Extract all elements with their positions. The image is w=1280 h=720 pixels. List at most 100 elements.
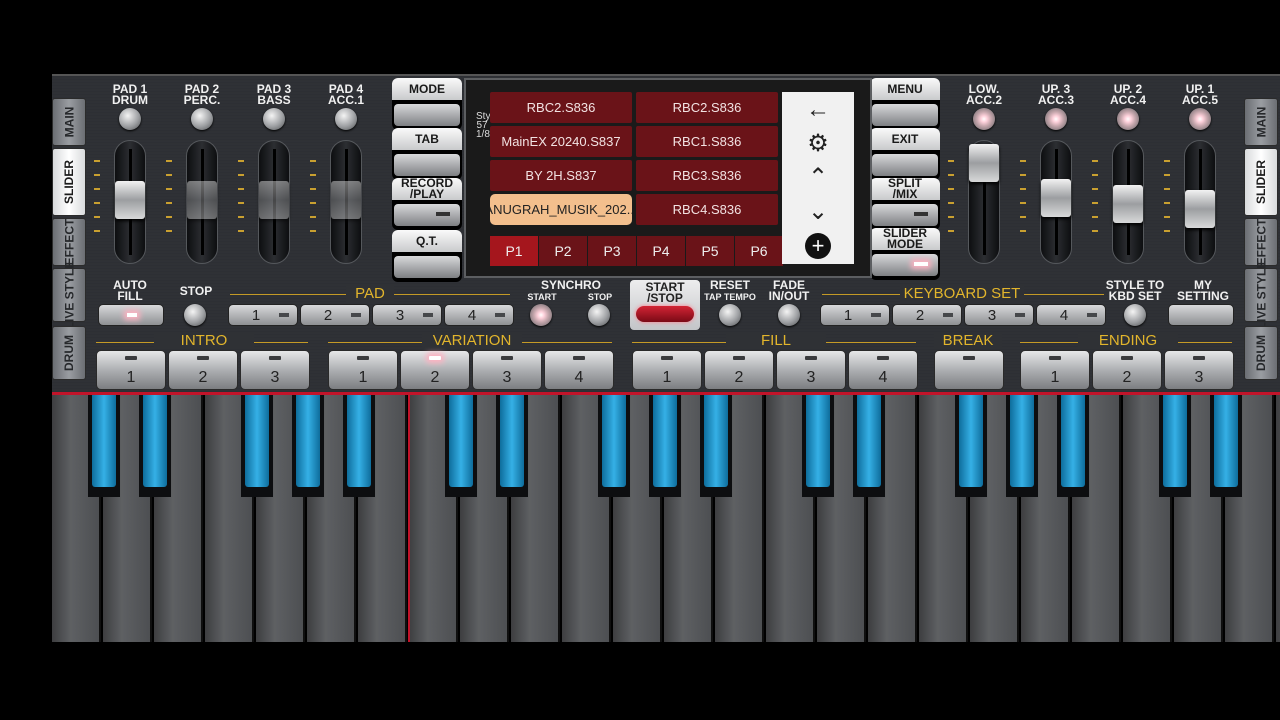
pad-buttons-3[interactable]: 3 bbox=[372, 304, 442, 326]
pads_right-knob-3[interactable] bbox=[1117, 108, 1139, 130]
keyboard-set-buttons-3[interactable]: 3 bbox=[964, 304, 1034, 326]
add-circle-icon[interactable]: + bbox=[804, 232, 832, 260]
back-arrow-icon[interactable]: ← bbox=[804, 96, 832, 124]
side-tab-live-style-left[interactable]: LIVE STYLE bbox=[52, 261, 86, 329]
black-key[interactable] bbox=[649, 395, 681, 497]
keyboard-set-buttons-2[interactable]: 2 bbox=[892, 304, 962, 326]
page-tab-p3[interactable]: P3 bbox=[588, 236, 636, 266]
pads_left-knob-3[interactable] bbox=[263, 108, 285, 130]
page-tab-p6[interactable]: P6 bbox=[735, 236, 783, 266]
pads_right-knob-4[interactable] bbox=[1189, 108, 1211, 130]
black-key[interactable] bbox=[139, 395, 171, 497]
side-tab-main-left[interactable]: MAIN bbox=[52, 98, 86, 146]
pad-buttons-4[interactable]: 4 bbox=[444, 304, 514, 326]
fill-button-3[interactable]: 3 bbox=[776, 350, 846, 390]
style-cell[interactable]: BY 2H.S837 bbox=[490, 160, 632, 191]
pads_right-knob-1[interactable] bbox=[973, 108, 995, 130]
pads_left-slider-thumb-2[interactable] bbox=[187, 181, 217, 219]
black-key[interactable] bbox=[1006, 395, 1038, 497]
mode-button[interactable]: MODE bbox=[392, 78, 462, 130]
style-to-kbd-knob[interactable] bbox=[1124, 304, 1146, 326]
page-tab-p5[interactable]: P5 bbox=[686, 236, 734, 266]
keyboard-set-buttons-1[interactable]: 1 bbox=[820, 304, 890, 326]
style-cell[interactable]: RBC3.S836 bbox=[636, 160, 778, 191]
style-cell[interactable]: RBC1.S836 bbox=[636, 126, 778, 157]
side-tab-drum-left[interactable]: DRUM bbox=[52, 326, 86, 380]
black-key[interactable] bbox=[1057, 395, 1089, 497]
black-key[interactable] bbox=[343, 395, 375, 497]
pads_right-slider-thumb-4[interactable] bbox=[1185, 190, 1215, 228]
slider-mode-button[interactable]: SLIDER MODE bbox=[870, 227, 940, 280]
page-tab-p2[interactable]: P2 bbox=[539, 236, 587, 266]
keyboard-set-buttons-4[interactable]: 4 bbox=[1036, 304, 1106, 326]
intro-button-1[interactable]: 1 bbox=[96, 350, 166, 390]
pads_left-slider-thumb-4[interactable] bbox=[331, 181, 361, 219]
side-tab-effect-right[interactable]: EFFECT bbox=[1244, 218, 1278, 266]
black-key[interactable] bbox=[496, 395, 528, 497]
page-tab-p1[interactable]: P1 bbox=[490, 236, 538, 266]
variation-button-4[interactable]: 4 bbox=[544, 350, 614, 390]
pads_right-slider-thumb-1[interactable] bbox=[969, 144, 999, 182]
pads_right-slider-thumb-2[interactable] bbox=[1041, 179, 1071, 217]
start-stop-button[interactable]: START /STOP bbox=[630, 280, 700, 330]
fill-button-2[interactable]: 2 bbox=[704, 350, 774, 390]
style-cell[interactable]: RBC4.S836 bbox=[636, 194, 778, 225]
black-key[interactable] bbox=[1210, 395, 1242, 497]
pads_left-knob-2[interactable] bbox=[191, 108, 213, 130]
black-key[interactable] bbox=[88, 395, 120, 497]
break-button[interactable] bbox=[934, 350, 1004, 390]
black-key[interactable] bbox=[853, 395, 885, 497]
black-key[interactable] bbox=[445, 395, 477, 497]
black-key[interactable] bbox=[292, 395, 324, 497]
pads_right-knob-2[interactable] bbox=[1045, 108, 1067, 130]
pads_left-slider-thumb-1[interactable] bbox=[115, 181, 145, 219]
auto-fill-button[interactable] bbox=[98, 304, 164, 326]
chevron-down-icon[interactable]: ⌄ bbox=[804, 198, 832, 226]
side-tab-slider-left[interactable]: SLIDER bbox=[52, 148, 86, 216]
style-cell[interactable]: RBC2.S836 bbox=[490, 92, 632, 123]
intro-button-3[interactable]: 3 bbox=[240, 350, 310, 390]
black-key[interactable] bbox=[1159, 395, 1191, 497]
pads_left-knob-4[interactable] bbox=[335, 108, 357, 130]
ending-button-2[interactable]: 2 bbox=[1092, 350, 1162, 390]
variation-button-2[interactable]: 2 bbox=[400, 350, 470, 390]
split-mix-button[interactable]: SPLIT /MIX bbox=[870, 177, 940, 230]
fill-button-1[interactable]: 1 bbox=[632, 350, 702, 390]
exit-button[interactable]: EXIT bbox=[870, 128, 940, 180]
black-key[interactable] bbox=[241, 395, 273, 497]
white-key[interactable] bbox=[1276, 395, 1280, 642]
synchro-start-knob[interactable] bbox=[530, 304, 552, 326]
style-cell[interactable]: ANUGRAH_MUSIK_202... bbox=[490, 194, 632, 225]
synchro-stop-knob[interactable] bbox=[588, 304, 610, 326]
reset-knob[interactable] bbox=[719, 304, 741, 326]
pads_right-slider-thumb-3[interactable] bbox=[1113, 185, 1143, 223]
black-key[interactable] bbox=[802, 395, 834, 497]
piano-keyboard[interactable] bbox=[52, 392, 1280, 642]
tab-button[interactable]: TAB bbox=[392, 128, 462, 180]
stop-knob[interactable] bbox=[184, 304, 206, 326]
fill-button-4[interactable]: 4 bbox=[848, 350, 918, 390]
side-tab-drum-right[interactable]: DRUM bbox=[1244, 326, 1278, 380]
my-setting-button[interactable] bbox=[1168, 304, 1234, 326]
fade-knob[interactable] bbox=[778, 304, 800, 326]
variation-button-3[interactable]: 3 bbox=[472, 350, 542, 390]
side-tab-live-style-right[interactable]: LIVE STYLE bbox=[1244, 261, 1278, 329]
ending-button-3[interactable]: 3 bbox=[1164, 350, 1234, 390]
black-key[interactable] bbox=[955, 395, 987, 497]
style-cell[interactable]: RBC2.S836 bbox=[636, 92, 778, 123]
black-key[interactable] bbox=[598, 395, 630, 497]
qt-button[interactable]: Q.T. bbox=[392, 230, 462, 282]
page-tab-p4[interactable]: P4 bbox=[637, 236, 685, 266]
intro-button-2[interactable]: 2 bbox=[168, 350, 238, 390]
style-cell[interactable]: MainEX 20240.S837 bbox=[490, 126, 632, 157]
ending-button-1[interactable]: 1 bbox=[1020, 350, 1090, 390]
variation-button-1[interactable]: 1 bbox=[328, 350, 398, 390]
pad-buttons-2[interactable]: 2 bbox=[300, 304, 370, 326]
gear-icon[interactable]: ⚙ bbox=[804, 130, 832, 158]
black-key[interactable] bbox=[700, 395, 732, 497]
chevron-up-icon[interactable]: ⌃ bbox=[804, 164, 832, 192]
side-tab-slider-right[interactable]: SLIDER bbox=[1244, 148, 1278, 216]
menu-button[interactable]: MENU bbox=[870, 78, 940, 130]
record-play-button[interactable]: RECORD /PLAY bbox=[392, 177, 462, 230]
pads_left-knob-1[interactable] bbox=[119, 108, 141, 130]
